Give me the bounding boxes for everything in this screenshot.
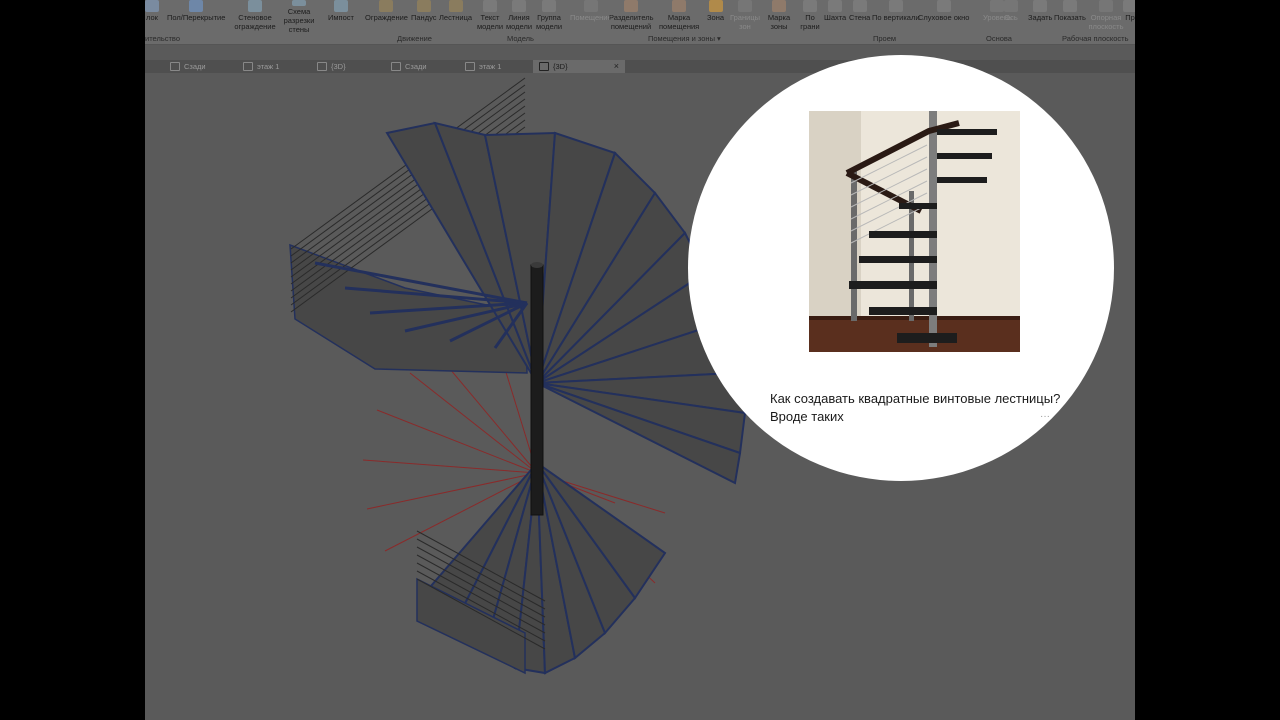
ribbon-button[interactable]: Группа модели — [534, 0, 564, 34]
elevation-view-icon — [170, 62, 180, 71]
ribbon-group-label: Движение — [397, 34, 432, 43]
grid-icon — [1004, 0, 1018, 12]
mullion-icon — [333, 0, 348, 12]
room-separator-icon — [624, 0, 638, 12]
ribbon-button[interactable]: Марка помещения — [659, 0, 699, 34]
ribbon-button[interactable]: лок — [145, 0, 159, 34]
stair-icon — [448, 0, 463, 12]
model-line-icon — [512, 0, 526, 12]
wall-opening-icon — [852, 0, 867, 12]
guide-line — [376, 409, 538, 474]
ribbon-button[interactable]: Линия модели — [504, 0, 534, 34]
more-icon[interactable]: ··· — [1040, 411, 1050, 422]
curtain-grid-icon — [292, 0, 306, 6]
guide-line — [449, 368, 538, 474]
ribbon-group-label: Модель — [507, 34, 534, 43]
level-icon — [990, 0, 1005, 12]
set-workplane-icon — [1033, 0, 1048, 12]
ribbon-button[interactable]: Помещение — [570, 0, 612, 34]
center-post-cap — [531, 262, 543, 268]
curtain-wall-icon — [248, 0, 262, 12]
room-tag-icon — [672, 0, 686, 12]
ribbon-button[interactable]: Задать — [1028, 0, 1052, 34]
close-icon[interactable]: × — [614, 60, 619, 73]
railing-icon — [379, 0, 394, 12]
ribbon-button[interactable]: Пр — [1123, 0, 1135, 34]
ribbon-button[interactable]: Марка зоны — [766, 0, 792, 34]
floor-icon — [189, 0, 204, 12]
component-icon — [145, 0, 159, 12]
plan-view-icon — [465, 62, 475, 71]
ribbon-button[interactable]: Пандус — [411, 0, 437, 34]
3d-view-icon — [317, 62, 327, 71]
reference-stair-photo — [809, 111, 1020, 352]
area-icon — [708, 0, 723, 12]
model-group-icon — [542, 0, 556, 12]
ribbon-button[interactable]: Ось — [1004, 0, 1018, 34]
ramp-icon — [416, 0, 431, 12]
ribbon-button[interactable]: Пол/Перекрытие — [167, 0, 225, 34]
ribbon-button[interactable]: Текст модели — [476, 0, 504, 34]
ribbon-button[interactable]: По грани — [799, 0, 821, 34]
question-overlay: Как создавать квадратные винтовые лестни… — [688, 55, 1114, 481]
3d-view-icon — [539, 62, 549, 71]
ribbon-button[interactable]: Стена — [849, 0, 870, 34]
ribbon-group-label: Основа — [986, 34, 1012, 43]
tab-view[interactable]: Сзади — [170, 60, 206, 73]
ribbon-button[interactable]: Зона — [707, 0, 724, 34]
ribbon-button[interactable]: Импост — [328, 0, 354, 34]
guide-line — [409, 372, 538, 474]
question-line-1: Как создавать квадратные винтовые лестни… — [770, 391, 1061, 406]
spiral-stair-model[interactable] — [289, 77, 747, 675]
tab-view[interactable]: Сзади — [391, 60, 427, 73]
shaft-icon — [828, 0, 843, 12]
model-text-icon — [483, 0, 497, 12]
tab-view-active[interactable]: {3D} × — [533, 60, 625, 73]
area-tag-icon — [772, 0, 786, 12]
tab-view[interactable]: {3D} — [317, 60, 346, 73]
ribbon-button[interactable]: Шахта — [824, 0, 846, 34]
dormer-icon — [936, 0, 951, 12]
view-tab-bar: Сзади этаж 1 {3D} Сзади этаж 1 {3D} × — [145, 60, 1135, 73]
by-face-icon — [803, 0, 817, 12]
area-boundary-icon — [738, 0, 752, 12]
room-icon — [583, 0, 598, 12]
ribbon: лок Пол/Перекрытие Стеновое ограждение С… — [145, 0, 1135, 45]
question-line-2: Вроде таких — [770, 409, 844, 424]
ribbon-button[interactable]: Стеновое ограждение — [233, 0, 277, 34]
ribbon-group-label: ительство — [145, 34, 181, 43]
ribbon-group-label: Рабочая плоскость — [1062, 34, 1129, 43]
elevation-view-icon — [391, 62, 401, 71]
ribbon-button[interactable]: Лестница — [439, 0, 472, 34]
viewer-icon — [1123, 0, 1135, 12]
ref-plane-icon — [1099, 0, 1113, 12]
guide-line — [362, 459, 538, 474]
ribbon-button[interactable]: Слуховое окно — [918, 0, 969, 34]
ribbon-button[interactable]: Ограждение — [365, 0, 408, 34]
ribbon-button[interactable]: Схема разрезки стены — [273, 0, 325, 34]
ribbon-button[interactable]: Опорная плоскость — [1088, 0, 1124, 34]
question-text: Как создавать квадратные винтовые лестни… — [770, 390, 1070, 426]
show-workplane-icon — [1062, 0, 1077, 12]
ribbon-button[interactable]: Границы зон — [730, 0, 760, 34]
ribbon-button[interactable]: По вертикали — [872, 0, 920, 34]
plan-view-icon — [243, 62, 253, 71]
vertical-opening-icon — [888, 0, 903, 12]
ribbon-button[interactable]: Показать — [1054, 0, 1086, 34]
ribbon-group-label[interactable]: Помещения и зоны ▾ — [648, 34, 721, 43]
tab-view[interactable]: этаж 1 — [465, 60, 501, 73]
ribbon-button[interactable]: Разделитель помещений — [609, 0, 654, 34]
tab-view[interactable]: этаж 1 — [243, 60, 279, 73]
center-post — [530, 264, 544, 516]
ribbon-group-label: Проем — [873, 34, 897, 43]
